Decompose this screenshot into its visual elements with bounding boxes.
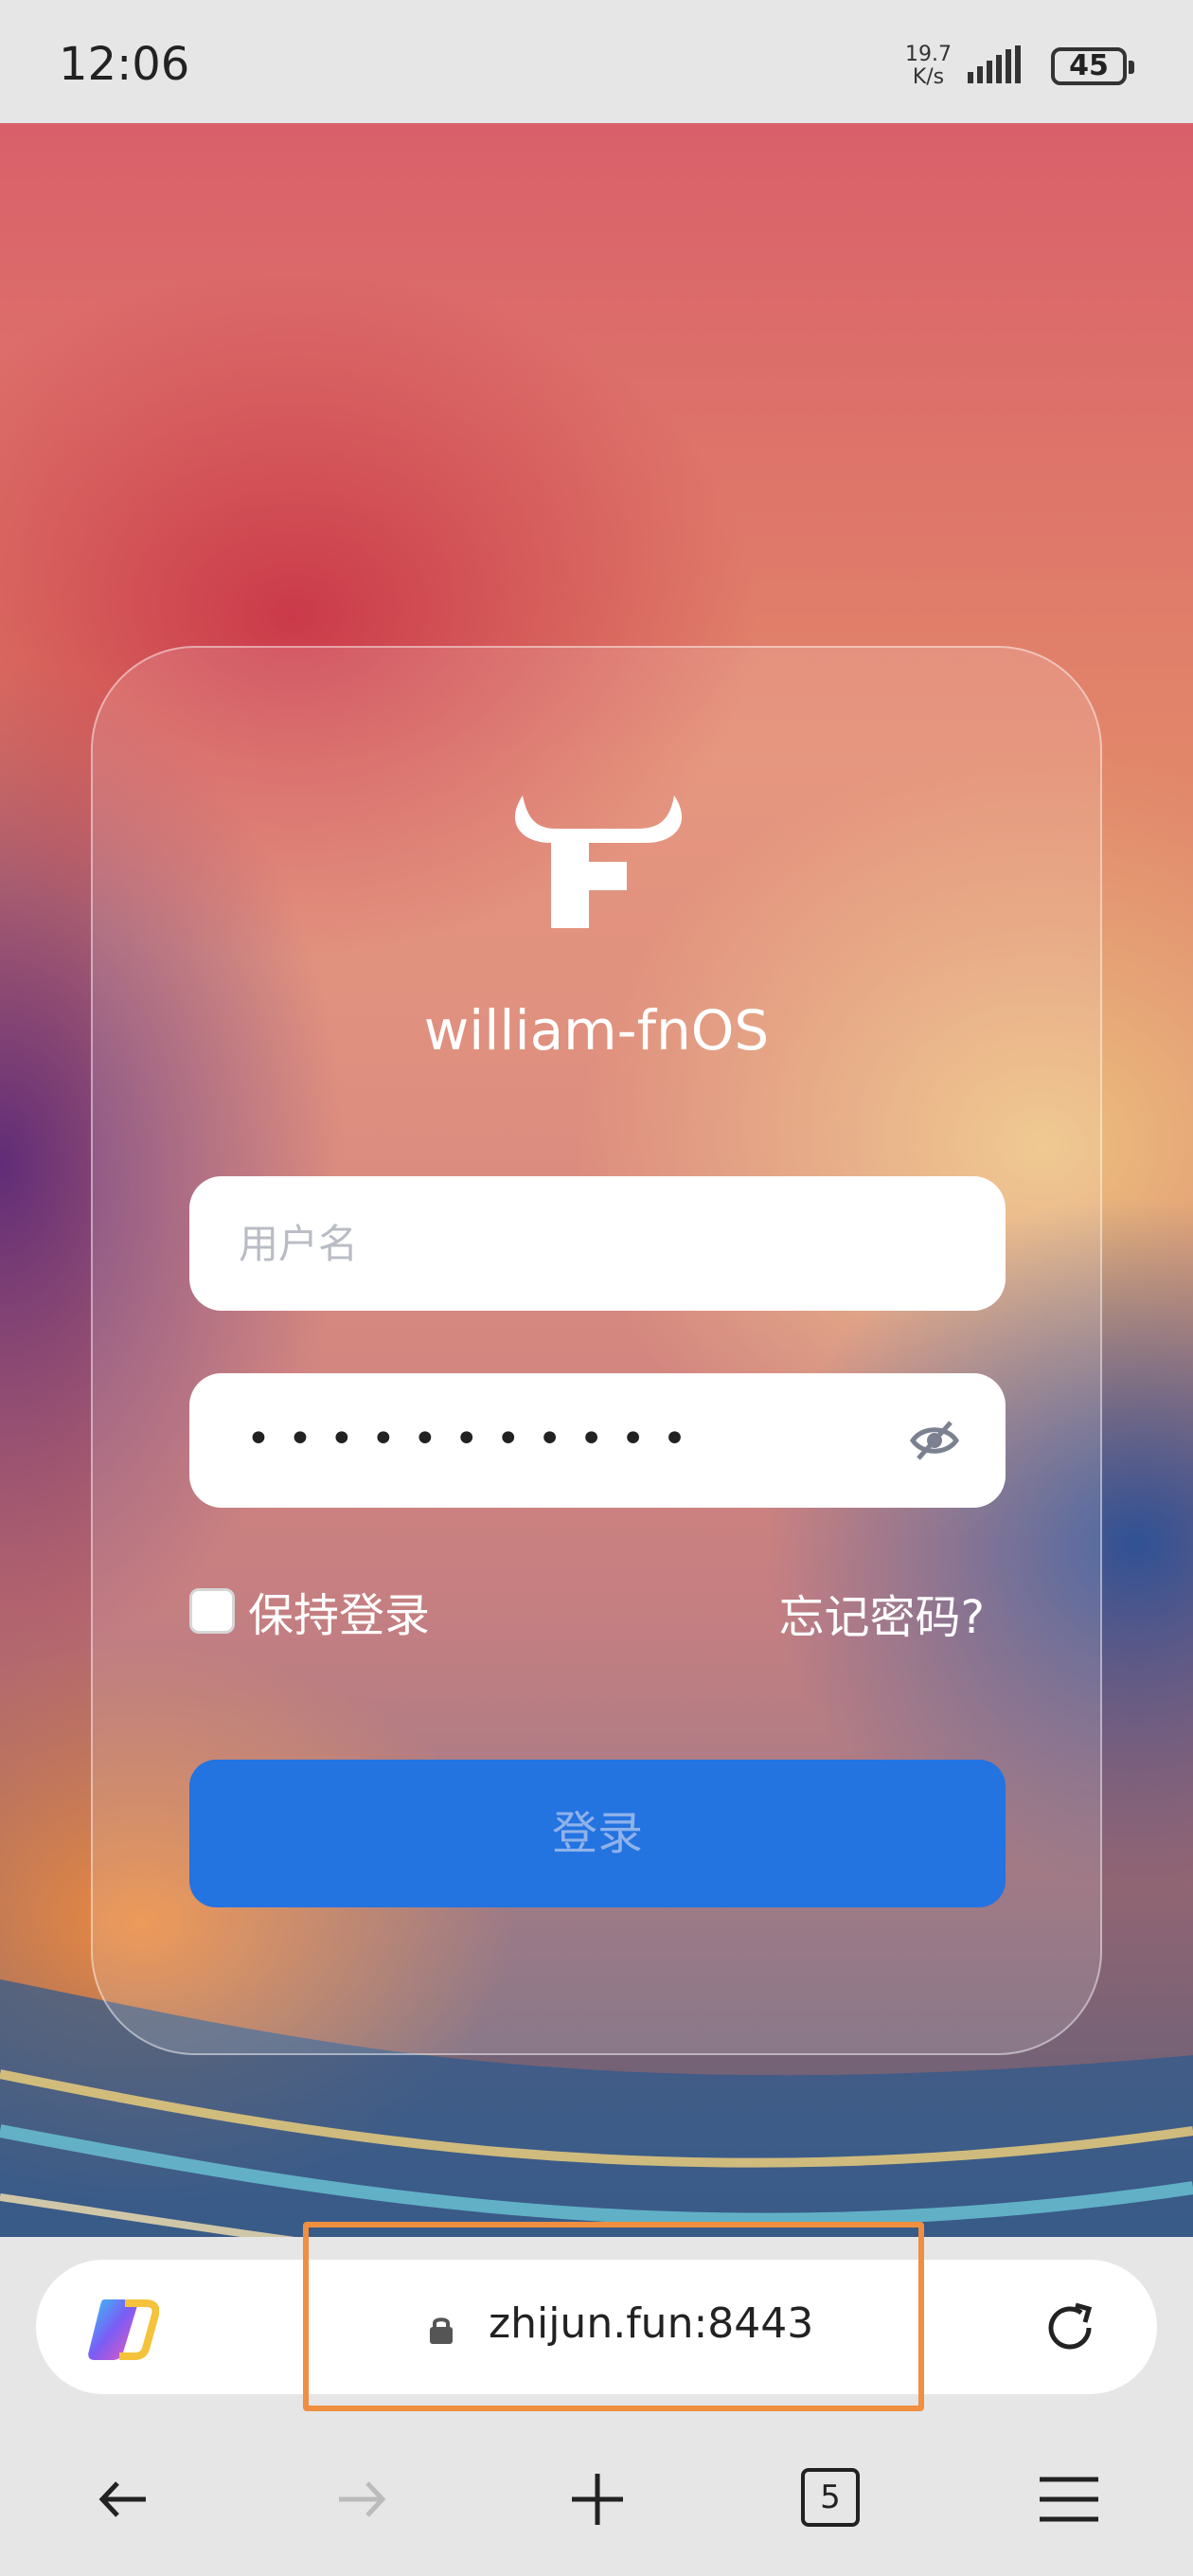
device-name: william-fnOS	[423, 998, 770, 1063]
eye-off-icon[interactable]	[909, 1417, 960, 1464]
password-field[interactable]: •••••••••••	[189, 1373, 1006, 1508]
username-input[interactable]	[239, 1176, 901, 1311]
signal-icon	[968, 45, 1021, 83]
network-speed: 19.7 K/s	[905, 44, 952, 89]
remember-me[interactable]: 保持登录	[189, 1578, 430, 1644]
url-highlight-annotation	[303, 2222, 924, 2411]
network-speed-unit: K/s	[912, 65, 945, 89]
tabs-icon[interactable]: 5	[801, 2468, 860, 2527]
back-icon[interactable]	[91, 2466, 157, 2532]
remember-label[interactable]: 保持登录	[248, 1578, 430, 1644]
plus-icon[interactable]	[564, 2466, 631, 2532]
reload-icon[interactable]	[1040, 2298, 1100, 2358]
fnos-logo	[514, 796, 683, 928]
menu-icon[interactable]	[1036, 2466, 1102, 2532]
copilot-icon[interactable]	[87, 2294, 159, 2362]
forward-icon[interactable]	[328, 2466, 394, 2532]
password-input[interactable]: •••••••••••	[246, 1415, 703, 1463]
login-button[interactable]: 登录	[189, 1760, 1006, 1907]
battery-icon: 45	[1051, 47, 1134, 85]
network-speed-value: 19.7	[905, 43, 952, 66]
status-bar: 12:06 19.7 K/s 45	[0, 0, 1193, 123]
remember-checkbox[interactable]	[189, 1588, 235, 1634]
username-field[interactable]	[189, 1176, 1006, 1311]
forgot-password-link[interactable]: 忘记密码?	[779, 1580, 985, 1646]
clock: 12:06	[59, 38, 190, 91]
